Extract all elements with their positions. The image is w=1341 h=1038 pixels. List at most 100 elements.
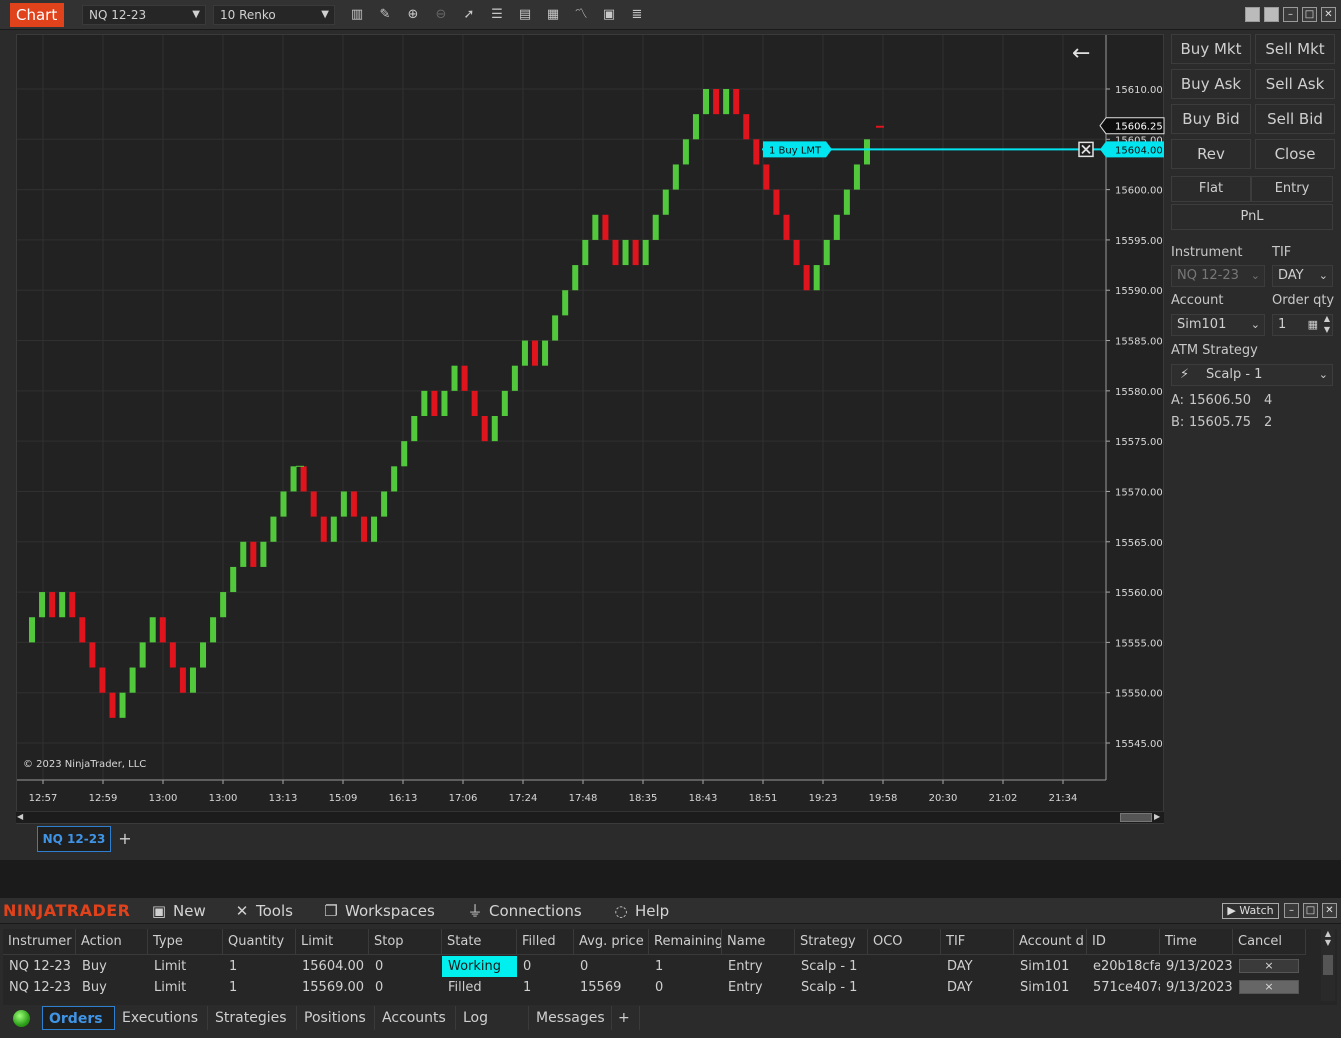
zoom-in-icon[interactable]: ⊕ xyxy=(404,6,422,24)
strategies-icon[interactable]: 〽 xyxy=(572,6,590,24)
bar-chart-icon[interactable]: ▥ xyxy=(348,6,366,24)
scroll-thumb[interactable] xyxy=(1120,813,1152,822)
close-position-button[interactable]: Close xyxy=(1255,139,1335,169)
column-header[interactable]: Type xyxy=(148,929,223,955)
menu-workspaces[interactable]: ❐ Workspaces xyxy=(322,901,435,921)
column-header[interactable]: Instrumer xyxy=(3,929,76,955)
column-header[interactable]: Cancel xyxy=(1233,929,1306,955)
sell-mkt-button[interactable]: Sell Mkt xyxy=(1255,34,1335,64)
renko-brick xyxy=(612,239,619,266)
column-header[interactable]: Limit xyxy=(296,929,369,955)
sell-bid-button[interactable]: Sell Bid xyxy=(1255,104,1335,134)
menu-tools[interactable]: ✕ Tools xyxy=(233,901,293,921)
order-line-label[interactable]: 1 Buy LMT xyxy=(769,145,822,156)
y-tick-label: 15585.00 xyxy=(1115,337,1163,348)
renko-brick xyxy=(803,265,810,291)
cancel-order-button[interactable]: × xyxy=(1239,980,1299,994)
minimize-icon[interactable]: – xyxy=(1283,7,1298,22)
properties-icon[interactable]: ☰ xyxy=(488,6,506,24)
instrument-tab[interactable]: NQ 12-23 xyxy=(37,826,111,852)
column-header[interactable]: Account d xyxy=(1014,929,1087,955)
scroll-right-icon[interactable]: ▶ xyxy=(1154,812,1160,821)
cancel-order-button[interactable]: × xyxy=(1239,959,1299,973)
chart-plot-area[interactable]: 15610.00 15605.00 15600.00 15595.00 15590.00… xyxy=(16,34,1165,824)
column-header[interactable]: TIF xyxy=(941,929,1014,955)
chart-tab[interactable]: Chart xyxy=(10,3,64,27)
snapshot-icon[interactable]: ▣ xyxy=(600,6,618,24)
instrument-selector[interactable]: NQ 12-23 ▼ xyxy=(82,5,206,25)
order-row[interactable]: NQ 12-23 Buy Limit 1 15569.00 0 Filled 1 15569 0 E… xyxy=(3,977,1321,998)
renko-chart[interactable]: 15610.0015605.0015600.0015595.0015590.00… xyxy=(17,35,1165,811)
back-arrow-icon[interactable]: ← xyxy=(1072,41,1090,66)
close-icon[interactable]: ✕ xyxy=(1321,7,1336,22)
column-header[interactable]: Filled xyxy=(517,929,574,955)
maximize-icon[interactable]: □ xyxy=(1303,903,1318,918)
menu-new[interactable]: ▣ New xyxy=(150,901,206,921)
pointer-icon[interactable]: ➚ xyxy=(460,6,478,24)
order-row[interactable]: NQ 12-23 Buy Limit 1 15604.00 0 Working 0 0 1 Entr… xyxy=(3,956,1321,977)
column-header[interactable]: Quantity xyxy=(223,929,296,955)
tab-messages[interactable]: Messages xyxy=(530,1006,612,1030)
column-header[interactable]: OCO xyxy=(868,929,941,955)
watch-button[interactable]: ▶ Watch xyxy=(1222,903,1279,919)
column-header[interactable]: State xyxy=(442,929,517,955)
account-select[interactable]: Sim101 ⌄ xyxy=(1171,314,1265,336)
menu-connections[interactable]: ⏚ Connections xyxy=(466,901,581,921)
column-header[interactable]: Remaining xyxy=(649,929,722,955)
reverse-button[interactable]: Rev xyxy=(1171,139,1251,169)
buy-bid-button[interactable]: Buy Bid xyxy=(1171,104,1251,134)
tif-select[interactable]: DAY ⌄ xyxy=(1272,265,1333,287)
grid-scrollbar[interactable]: ▲ ▼ xyxy=(1321,929,1335,1001)
calculator-icon[interactable]: ▦ xyxy=(1308,315,1318,335)
chart-scrollbar[interactable]: ◀ ▶ xyxy=(16,811,1164,823)
scroll-up-icon[interactable]: ▲ ▼ xyxy=(1321,929,1335,947)
chart-window: Chart NQ 12-23 ▼ 10 Renko ▼ ▥ ✎ ⊕ ⊖ ➚ ☰ ▤ … xyxy=(0,0,1341,860)
tab-orders[interactable]: Orders xyxy=(42,1006,115,1030)
data-box-icon[interactable]: ▤ xyxy=(516,6,534,24)
tab-executions[interactable]: Executions xyxy=(116,1006,208,1030)
close-icon[interactable]: ✕ xyxy=(1322,903,1337,918)
indicators-icon[interactable]: ▦ xyxy=(544,6,562,24)
window-option-icon[interactable] xyxy=(1264,7,1279,22)
help-icon: ◌ xyxy=(614,902,628,920)
tab-log[interactable]: Log xyxy=(457,1006,529,1030)
atm-strategy-select[interactable]: ⚡ Scalp - 1 ⌄ xyxy=(1171,364,1333,386)
column-header[interactable]: Name xyxy=(722,929,795,955)
column-header[interactable]: ID xyxy=(1087,929,1160,955)
renko-brick xyxy=(300,466,307,492)
zoom-out-icon[interactable]: ⊖ xyxy=(432,6,450,24)
tab-positions[interactable]: Positions xyxy=(298,1006,375,1030)
order-cell: Working xyxy=(442,956,517,977)
scroll-left-icon[interactable]: ◀ xyxy=(17,812,23,821)
maximize-icon[interactable]: □ xyxy=(1302,7,1317,22)
bar-type-selector[interactable]: 10 Renko ▼ xyxy=(213,5,335,25)
tab-strategies[interactable]: Strategies xyxy=(209,1006,297,1030)
chevron-down-icon: ▼ xyxy=(192,9,200,20)
sell-ask-button[interactable]: Sell Ask xyxy=(1255,69,1335,99)
add-tab-button[interactable]: + xyxy=(612,1006,640,1030)
column-header[interactable]: Action xyxy=(76,929,148,955)
order-qty-stepper[interactable]: 1 ▦ ▲ ▼ xyxy=(1272,314,1333,336)
order-cell xyxy=(868,977,941,998)
pencil-icon[interactable]: ✎ xyxy=(376,6,394,24)
order-cell: 571ce407a xyxy=(1093,980,1160,995)
column-header[interactable]: Time xyxy=(1160,929,1233,955)
list-icon[interactable]: ≣ xyxy=(628,6,646,24)
window-option-icon[interactable] xyxy=(1245,7,1260,22)
scroll-thumb[interactable] xyxy=(1323,955,1333,975)
minimize-icon[interactable]: – xyxy=(1284,903,1299,918)
column-header[interactable]: Stop xyxy=(369,929,442,955)
y-tick-label: 15590.00 xyxy=(1115,286,1163,297)
account-label: Account xyxy=(1171,293,1224,308)
add-tab-button[interactable]: + xyxy=(115,828,135,850)
column-header[interactable]: Avg. price xyxy=(574,929,649,955)
column-header[interactable]: Strategy xyxy=(795,929,868,955)
buy-ask-button[interactable]: Buy Ask xyxy=(1171,69,1251,99)
play-icon: ▶ xyxy=(1227,904,1236,917)
buy-mkt-button[interactable]: Buy Mkt xyxy=(1171,34,1251,64)
order-cell: 0 xyxy=(655,980,664,995)
ninjatrader-logo: NINJATRADER xyxy=(3,901,131,920)
menu-help[interactable]: ◌ Help xyxy=(612,901,669,921)
stepper-arrows-icon[interactable]: ▲ ▼ xyxy=(1324,313,1330,335)
tab-accounts[interactable]: Accounts xyxy=(376,1006,456,1030)
